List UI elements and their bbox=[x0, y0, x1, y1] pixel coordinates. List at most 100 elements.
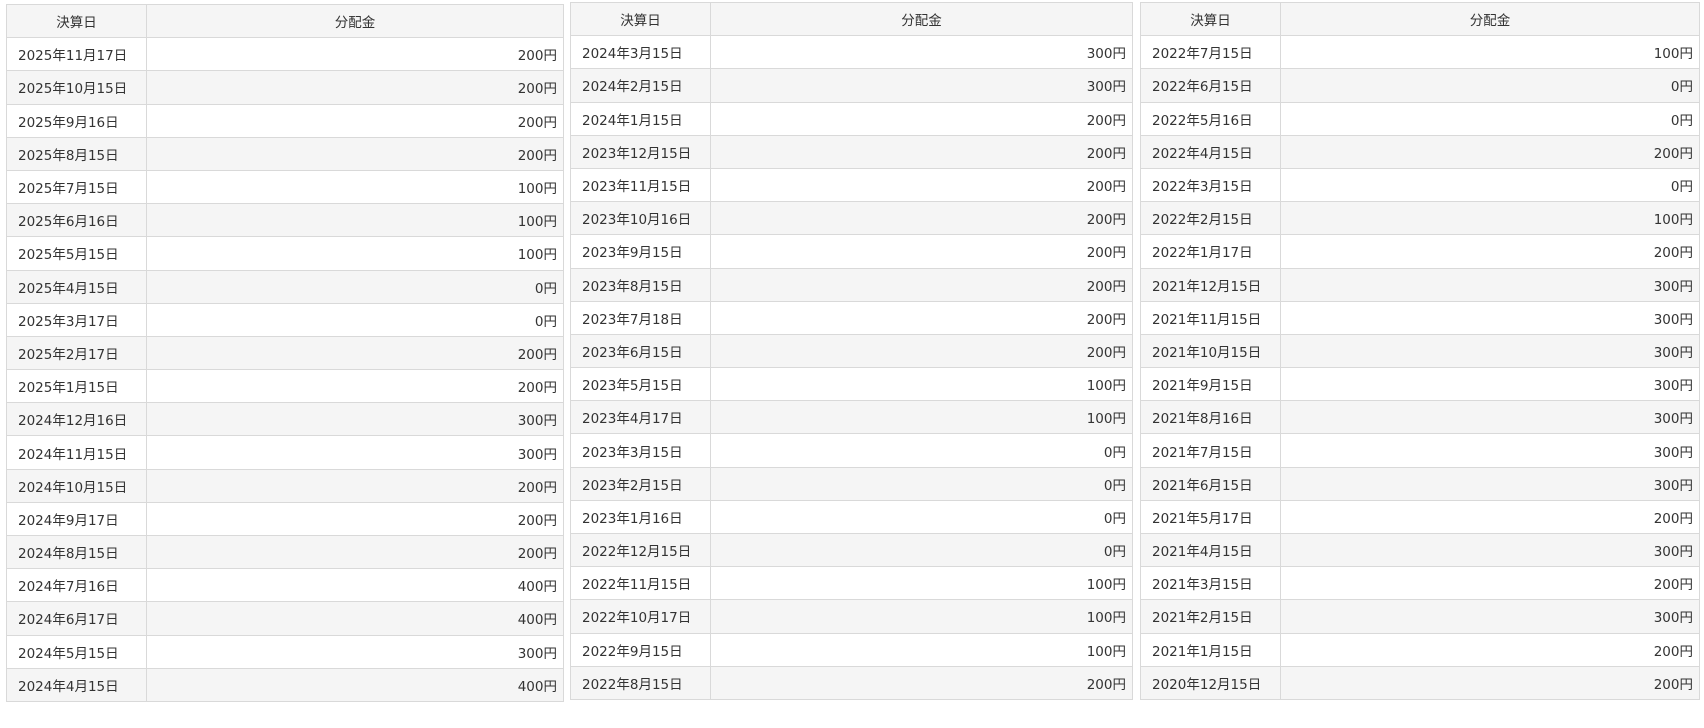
table-row: 2021年11月15日 300円 bbox=[1140, 300, 1700, 335]
settlement-date-cell: 2023年2月15日 bbox=[570, 466, 711, 501]
table-row: 2023年10月16日 200円 bbox=[570, 201, 1133, 236]
table-row: 2022年9月15日 100円 bbox=[570, 632, 1133, 667]
dividend-amount-cell: 200円 bbox=[710, 167, 1133, 203]
dividend-amount-cell: 200円 bbox=[146, 468, 564, 503]
settlement-date-cell: 2023年4月17日 bbox=[570, 400, 711, 435]
settlement-date-cell: 2024年6月17日 bbox=[6, 601, 147, 636]
table-row: 2023年3月15日 0円 bbox=[570, 433, 1133, 468]
settlement-date-cell: 2022年10月17日 bbox=[570, 599, 711, 634]
dividend-amount-cell: 200円 bbox=[146, 103, 564, 138]
table-row: 2024年4月15日 400円 bbox=[6, 667, 564, 702]
dividend-amount-cell: 100円 bbox=[1280, 35, 1700, 70]
settlement-date-cell: 2022年1月17日 bbox=[1140, 234, 1281, 269]
settlement-date-cell: 2022年6月15日 bbox=[1140, 68, 1281, 103]
dividend-amount-cell: 0円 bbox=[146, 269, 564, 304]
settlement-date-cell: 2023年7月18日 bbox=[570, 300, 711, 335]
table-header-row: 決算日 分配金 bbox=[570, 1, 1133, 37]
settlement-date-cell: 2025年5月15日 bbox=[6, 236, 147, 271]
table-row: 2023年2月15日 0円 bbox=[570, 466, 1133, 501]
table-row: 2024年7月16日 400円 bbox=[6, 568, 564, 603]
settlement-date-cell: 2024年4月15日 bbox=[6, 667, 147, 702]
settlement-date-cell: 2025年2月17日 bbox=[6, 335, 147, 371]
dividend-amount-cell: 200円 bbox=[1280, 499, 1700, 535]
table-row: 2023年8月15日 200円 bbox=[570, 267, 1133, 302]
dividend-amount-cell: 300円 bbox=[1280, 433, 1700, 468]
table-row: 2022年7月15日 100円 bbox=[1140, 35, 1700, 70]
settlement-date-cell: 2022年2月15日 bbox=[1140, 201, 1281, 236]
dividend-amount-cell: 200円 bbox=[146, 335, 564, 371]
dividend-amount-cell: 0円 bbox=[1280, 167, 1700, 203]
table-row: 2025年5月15日 100円 bbox=[6, 236, 564, 271]
dividend-amount-cell: 100円 bbox=[710, 400, 1133, 435]
dividend-amount-cell: 200円 bbox=[710, 665, 1133, 700]
dividend-amount-cell: 300円 bbox=[1280, 532, 1700, 568]
table-row: 2022年4月15日 200円 bbox=[1140, 134, 1700, 169]
dividend-amount-cell: 200円 bbox=[1280, 566, 1700, 601]
table-row: 2021年6月15日 300円 bbox=[1140, 466, 1700, 501]
settlement-date-cell: 2021年2月15日 bbox=[1140, 599, 1281, 634]
dividend-amount-cell: 200円 bbox=[710, 300, 1133, 335]
dividend-amount-cell: 200円 bbox=[146, 534, 564, 570]
table-row: 2024年11月15日 300円 bbox=[6, 435, 564, 470]
table-header-row: 決算日 分配金 bbox=[1140, 1, 1700, 37]
dividend-amount-cell: 400円 bbox=[146, 667, 564, 702]
settlement-date-cell: 2022年8月15日 bbox=[570, 665, 711, 700]
table-row: 2023年12月15日 200円 bbox=[570, 134, 1133, 169]
dividend-table-1: 決算日 分配金 2025年11月17日 200円 2025年10月15日 200円 20… bbox=[6, 3, 564, 702]
table-row: 2025年10月15日 200円 bbox=[6, 70, 564, 105]
dividend-amount-cell: 200円 bbox=[1280, 665, 1700, 700]
dividend-amount-cell: 200円 bbox=[710, 201, 1133, 236]
settlement-date-cell: 2025年3月17日 bbox=[6, 302, 147, 337]
settlement-date-cell: 2023年11月15日 bbox=[570, 167, 711, 203]
dividend-amount-cell: 200円 bbox=[710, 234, 1133, 269]
table-row: 2024年2月15日 300円 bbox=[570, 68, 1133, 103]
table-row: 2025年2月17日 200円 bbox=[6, 335, 564, 371]
settlement-date-cell: 2020年12月15日 bbox=[1140, 665, 1281, 700]
dividend-amount-cell: 300円 bbox=[1280, 466, 1700, 501]
table-row: 2024年9月17日 200円 bbox=[6, 501, 564, 537]
settlement-date-cell: 2021年4月15日 bbox=[1140, 532, 1281, 568]
date-column-header: 決算日 bbox=[570, 1, 711, 37]
settlement-date-cell: 2022年4月15日 bbox=[1140, 134, 1281, 169]
dividend-amount-cell: 0円 bbox=[710, 532, 1133, 568]
table-row: 2022年5月16日 0円 bbox=[1140, 101, 1700, 136]
dividend-amount-cell: 100円 bbox=[146, 169, 564, 205]
settlement-date-cell: 2023年1月16日 bbox=[570, 499, 711, 535]
settlement-date-cell: 2022年5月16日 bbox=[1140, 101, 1281, 136]
dividend-amount-cell: 300円 bbox=[1280, 400, 1700, 435]
dividend-amount-cell: 0円 bbox=[1280, 101, 1700, 136]
table-row: 2025年1月15日 200円 bbox=[6, 369, 564, 404]
settlement-date-cell: 2023年6月15日 bbox=[570, 333, 711, 369]
settlement-date-cell: 2024年9月17日 bbox=[6, 501, 147, 537]
dividend-amount-cell: 200円 bbox=[1280, 134, 1700, 169]
table-row: 2021年2月15日 300円 bbox=[1140, 599, 1700, 634]
settlement-date-cell: 2023年3月15日 bbox=[570, 433, 711, 468]
table-row: 2024年12月16日 300円 bbox=[6, 402, 564, 437]
dividend-amount-cell: 100円 bbox=[1280, 201, 1700, 236]
dividend-amount-cell: 200円 bbox=[710, 267, 1133, 302]
table-row: 2022年10月17日 100円 bbox=[570, 599, 1133, 634]
table-row: 2024年10月15日 200円 bbox=[6, 468, 564, 503]
dividend-amount-cell: 100円 bbox=[710, 367, 1133, 402]
settlement-date-cell: 2022年7月15日 bbox=[1140, 35, 1281, 70]
table-row: 2024年8月15日 200円 bbox=[6, 534, 564, 570]
table-row: 2022年1月17日 200円 bbox=[1140, 234, 1700, 269]
table-row: 2022年12月15日 0円 bbox=[570, 532, 1133, 568]
table-row: 2021年10月15日 300円 bbox=[1140, 333, 1700, 369]
dividend-amount-cell: 200円 bbox=[146, 369, 564, 404]
settlement-date-cell: 2021年6月15日 bbox=[1140, 466, 1281, 501]
settlement-date-cell: 2024年8月15日 bbox=[6, 534, 147, 570]
dividend-amount-cell: 300円 bbox=[1280, 333, 1700, 369]
table-row: 2023年7月18日 200円 bbox=[570, 300, 1133, 335]
dividend-amount-cell: 300円 bbox=[146, 435, 564, 470]
dividend-amount-cell: 300円 bbox=[710, 35, 1133, 70]
table-row: 2024年5月15日 300円 bbox=[6, 634, 564, 669]
amount-column-header: 分配金 bbox=[710, 1, 1133, 37]
table-row: 2023年11月15日 200円 bbox=[570, 167, 1133, 203]
settlement-date-cell: 2023年12月15日 bbox=[570, 134, 711, 169]
dividend-amount-cell: 200円 bbox=[710, 134, 1133, 169]
table-row: 2023年6月15日 200円 bbox=[570, 333, 1133, 369]
dividend-amount-cell: 200円 bbox=[1280, 234, 1700, 269]
table-header-row: 決算日 分配金 bbox=[6, 3, 564, 39]
table-row: 2023年5月15日 100円 bbox=[570, 367, 1133, 402]
